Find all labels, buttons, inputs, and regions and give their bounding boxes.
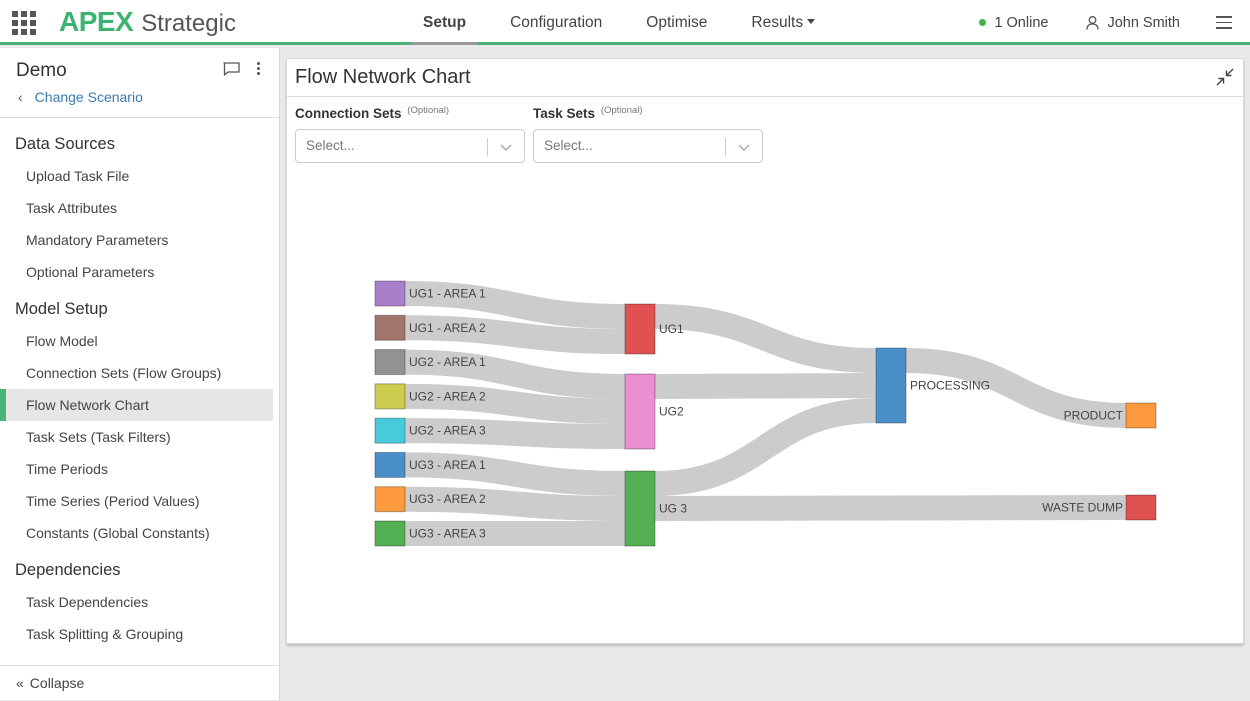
- node-waste-dump[interactable]: [1125, 494, 1157, 521]
- nav-tab-setup[interactable]: Setup: [411, 0, 479, 45]
- node-ug2-area-1[interactable]: [374, 349, 406, 376]
- section-title-data-sources: Data Sources: [15, 135, 115, 153]
- user-menu[interactable]: John Smith: [1086, 15, 1180, 31]
- sidebar-item-time-series[interactable]: Time Series (Period Values): [0, 485, 273, 517]
- node-ug1-area-1[interactable]: [374, 280, 406, 307]
- nav-tab-configuration[interactable]: Configuration: [498, 0, 614, 45]
- scenario-actions: [223, 60, 261, 77]
- logo-product: Strategic: [141, 10, 236, 37]
- hamburger-menu-icon[interactable]: [1216, 12, 1232, 33]
- sidebar-item-connection-sets[interactable]: Connection Sets (Flow Groups): [0, 357, 273, 389]
- sankey-links: [404, 281, 1127, 547]
- node-ug3-area-2[interactable]: [374, 486, 406, 513]
- nav-tab-optimise[interactable]: Optimise: [634, 0, 719, 45]
- user-name: John Smith: [1107, 14, 1180, 31]
- node-label-ug1: UG1: [659, 322, 684, 336]
- node-label-product: PRODUCT: [1064, 409, 1124, 423]
- double-chevron-left-icon: «: [16, 675, 24, 691]
- more-options-icon[interactable]: [257, 60, 261, 77]
- header-tools: 1 Online John Smith: [979, 0, 1250, 45]
- top-navbar: APEX Strategic Setup Configuration Optim…: [0, 0, 1250, 45]
- nav-tab-label: Optimise: [646, 14, 708, 31]
- sidebar-item-upload-task-file[interactable]: Upload Task File: [0, 160, 273, 192]
- sidebar-item-flow-model[interactable]: Flow Model: [0, 325, 273, 357]
- nav-tab-label: Results: [751, 14, 804, 31]
- sidebar: Demo ‹ Change Scenario Data Sources Uplo…: [0, 48, 280, 700]
- node-label-ug-3: UG 3: [659, 502, 687, 516]
- sidebar-item-optional-parameters[interactable]: Optional Parameters: [0, 256, 273, 288]
- sidebar-item-flow-network-chart[interactable]: Flow Network Chart: [0, 389, 273, 421]
- node-processing[interactable]: [875, 347, 907, 424]
- online-dot-icon: [979, 19, 987, 26]
- online-status[interactable]: 1 Online: [979, 15, 1048, 31]
- collapse-label: Collapse: [29, 675, 85, 691]
- node-label-ug2-area-1: UG2 - AREA 1: [409, 355, 486, 369]
- node-ug3-area-3[interactable]: [374, 520, 406, 547]
- collapse-sidebar-button[interactable]: « Collapse: [0, 665, 279, 700]
- section-title-model-setup: Model Setup: [15, 300, 108, 318]
- sidebar-item-mandatory-parameters[interactable]: Mandatory Parameters: [0, 224, 273, 256]
- logo-brand: APEX: [59, 6, 134, 37]
- nav-tab-label: Configuration: [510, 14, 603, 31]
- node-product[interactable]: [1125, 402, 1157, 429]
- node-label-processing: PROCESSING: [910, 379, 990, 393]
- online-count: 1 Online: [994, 14, 1049, 31]
- sidebar-item-task-sets[interactable]: Task Sets (Task Filters): [0, 421, 273, 453]
- node-ug2[interactable]: [624, 373, 656, 450]
- section-title-dependencies: Dependencies: [15, 561, 121, 579]
- sidebar-item-constants[interactable]: Constants (Global Constants): [0, 517, 273, 549]
- node-ug3-area-1[interactable]: [374, 451, 406, 478]
- node-label-ug2: UG2: [659, 405, 684, 419]
- change-scenario-label: Change Scenario: [34, 89, 143, 105]
- link-ug-3-to-processing[interactable]: [654, 398, 877, 496]
- app-launcher-icon[interactable]: [12, 11, 36, 35]
- logo[interactable]: APEX Strategic: [59, 6, 236, 38]
- flow-network-panel: Flow Network Chart Connection Sets (Opti…: [286, 58, 1244, 644]
- sidebar-item-task-dependencies[interactable]: Task Dependencies: [0, 586, 273, 618]
- node-ug1-area-2[interactable]: [374, 314, 406, 341]
- node-ug2-area-2[interactable]: [374, 383, 406, 410]
- node-label-ug3-area-1: UG3 - AREA 1: [409, 458, 486, 472]
- node-ug-3[interactable]: [624, 470, 656, 547]
- sidebar-item-time-periods[interactable]: Time Periods: [0, 453, 273, 485]
- sidebar-item-task-splitting[interactable]: Task Splitting & Grouping: [0, 618, 273, 650]
- node-label-ug1-area-1: UG1 - AREA 1: [409, 287, 486, 301]
- link-ug2-to-processing[interactable]: [654, 373, 877, 399]
- nav-tab-label: Setup: [423, 14, 467, 31]
- node-ug2-area-3[interactable]: [374, 417, 406, 444]
- link-ug1-to-processing[interactable]: [654, 304, 877, 373]
- scenario-header: Demo ‹ Change Scenario: [0, 48, 279, 118]
- node-label-ug3-area-2: UG3 - AREA 2: [409, 492, 486, 506]
- comment-icon[interactable]: [223, 61, 240, 76]
- node-label-ug2-area-3: UG2 - AREA 3: [409, 424, 486, 438]
- node-label-ug2-area-2: UG2 - AREA 2: [409, 389, 486, 403]
- caret-down-icon: [807, 19, 816, 24]
- node-ug1[interactable]: [624, 303, 656, 355]
- user-icon: [1086, 15, 1100, 30]
- chevron-left-icon: ‹: [18, 89, 23, 105]
- node-label-waste-dump: WASTE DUMP: [1042, 501, 1123, 515]
- sidebar-item-task-attributes[interactable]: Task Attributes: [0, 192, 273, 224]
- node-label-ug3-area-3: UG3 - AREA 3: [409, 527, 486, 541]
- main-nav: Setup Configuration Optimise Results: [411, 0, 827, 45]
- change-scenario-link[interactable]: ‹ Change Scenario: [16, 89, 263, 105]
- sankey-chart: UG1 - AREA 1 UG1 - AREA 2 UG2 - AREA 1 UG2 …: [374, 280, 1157, 547]
- node-label-ug1-area-2: UG1 - AREA 2: [409, 321, 486, 335]
- nav-tab-results[interactable]: Results: [739, 0, 827, 45]
